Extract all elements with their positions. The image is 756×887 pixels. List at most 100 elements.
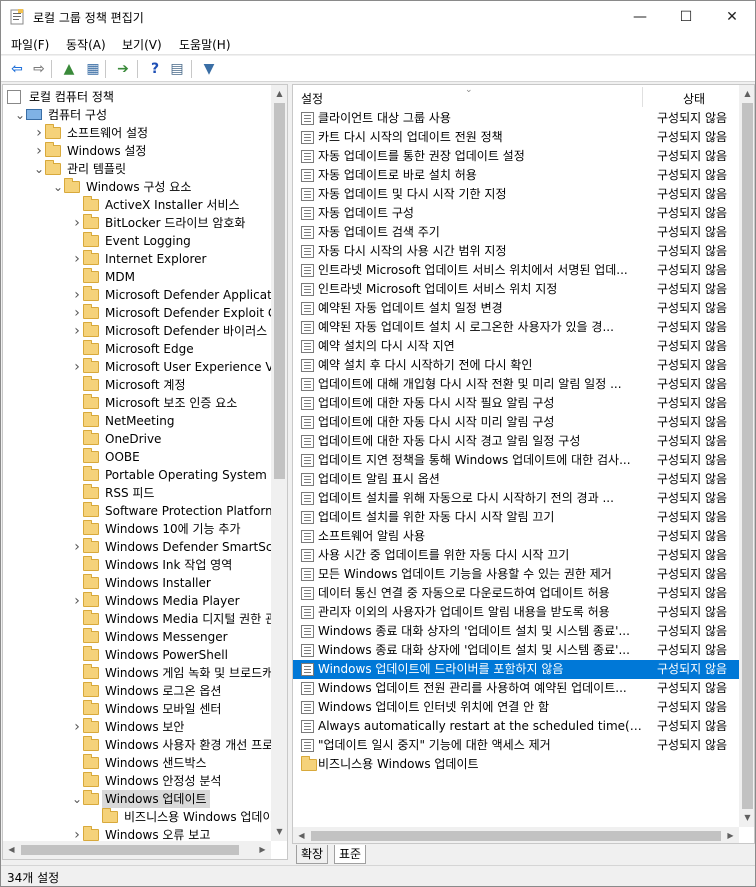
tree-node[interactable]: OneDrive xyxy=(3,430,271,448)
policy-setting-row[interactable]: 자동 업데이트 구성 구성되지 않음 xyxy=(293,204,739,223)
policy-setting-row[interactable]: 자동 다시 시작의 사용 시간 범위 지정 구성되지 않음 xyxy=(293,242,739,261)
tree-node[interactable]: › Microsoft User Experience Virtu xyxy=(3,358,287,376)
tree-node[interactable]: Portable Operating System xyxy=(3,466,271,484)
show-hide-tree-button[interactable]: ▦ xyxy=(83,59,103,79)
tree-vertical-scroll-thumb[interactable] xyxy=(274,103,285,479)
policy-setting-row[interactable]: 카트 다시 시작의 업데이트 전원 정책 구성되지 않음 xyxy=(293,128,739,147)
tree-node[interactable]: › Windows 보안 xyxy=(3,718,271,736)
policy-setting-row[interactable]: 업데이트에 대해 개입형 다시 시작 전환 및 미리 알림 일정 ... 구성되지… xyxy=(293,375,739,394)
tree-node[interactable]: MDM xyxy=(3,268,271,286)
tree-node[interactable]: › 소프트웨어 설정 xyxy=(3,124,271,142)
tree-node[interactable]: RSS 피드 xyxy=(3,484,271,502)
expand-chevron-icon[interactable]: › xyxy=(71,286,83,304)
policy-setting-row[interactable]: 업데이트 설치를 위해 자동으로 다시 시작하기 전의 경과 ... 구성되지 않… xyxy=(293,489,739,508)
tree-node[interactable]: ⌄ Windows 업데이트 xyxy=(3,790,271,808)
policy-setting-row[interactable]: 자동 업데이트 및 다시 시작 기한 지정 구성되지 않음 xyxy=(293,185,739,204)
tab-extended[interactable]: 확장 xyxy=(296,845,329,864)
up-folder-button[interactable]: ▲ xyxy=(59,59,79,79)
expand-chevron-icon[interactable]: › xyxy=(71,592,83,610)
policy-setting-row[interactable]: 업데이트에 대한 자동 다시 시작 미리 알림 구성 구성되지 않음 xyxy=(293,413,739,432)
tree-node[interactable]: Windows PowerShell xyxy=(3,646,271,664)
policy-setting-row[interactable]: 관리자 이외의 사용자가 업데이트 알림 내용을 받도록 허용 구성되지 않음 xyxy=(293,603,739,622)
scroll-down-icon[interactable]: ▼ xyxy=(739,813,754,822)
settings-list-pane[interactable]: 설정 ⌄ 상태 클라이언트 대상 그룹 사용 구성되지 않음 카트 다시 시작의 업… xyxy=(292,84,755,844)
collapse-chevron-icon[interactable]: ⌄ xyxy=(52,178,64,196)
tree-pane[interactable]: 로컬 컴퓨터 정책 ⌄ 컴퓨터 구성 › 소프트웨어 설정 › Windows 설정 ⌄ 관리 … xyxy=(2,84,288,860)
expand-chevron-icon[interactable]: › xyxy=(71,538,83,556)
policy-setting-row[interactable]: 데이터 통신 연결 중 자동으로 다운로드하여 업데이트 허용 구성되지 않음 xyxy=(293,584,739,603)
tab-standard[interactable]: 표준 xyxy=(334,845,367,864)
scroll-left-icon[interactable]: ◀ xyxy=(3,845,20,854)
scroll-up-icon[interactable]: ▲ xyxy=(271,89,287,98)
scroll-right-icon[interactable]: ▶ xyxy=(254,845,271,854)
properties-button[interactable]: ▤ xyxy=(167,59,187,79)
tree-node[interactable]: Microsoft 계정 xyxy=(3,376,271,394)
tree-node[interactable]: › Windows 설정 xyxy=(3,142,271,160)
back-arrow-button[interactable]: ⇦ xyxy=(7,59,27,79)
title-bar[interactable]: 로컬 그룹 정책 편집기 — ☐ ✕ xyxy=(1,1,755,33)
expand-chevron-icon[interactable]: › xyxy=(71,322,83,340)
tree-node[interactable]: › Windows Defender SmartScree xyxy=(3,538,287,556)
scroll-left-icon[interactable]: ◀ xyxy=(293,831,310,840)
tree-node[interactable]: Windows Ink 작업 영역 xyxy=(3,556,271,574)
policy-setting-row[interactable]: 업데이트 설치를 위한 자동 다시 시작 알림 끄기 구성되지 않음 xyxy=(293,508,739,527)
policy-setting-row[interactable]: 업데이트 알림 표시 옵션 구성되지 않음 xyxy=(293,470,739,489)
policy-setting-row[interactable]: Windows 업데이트 전원 관리를 사용하여 예약된 업데이트... 구성되지… xyxy=(293,679,739,698)
collapse-chevron-icon[interactable]: ⌄ xyxy=(71,790,83,808)
tree-node[interactable]: ⌄ Windows 구성 요소 xyxy=(3,178,271,196)
help-button[interactable]: ? xyxy=(145,59,165,79)
policy-setting-row[interactable]: 자동 업데이트를 통한 권장 업데이트 설정 구성되지 않음 xyxy=(293,147,739,166)
policy-setting-row[interactable]: 자동 업데이트 검색 주기 구성되지 않음 xyxy=(293,223,739,242)
expand-chevron-icon[interactable]: › xyxy=(33,142,45,160)
policy-setting-row[interactable]: Windows 종료 대화 상자의 '업데이트 설치 및 시스템 종료'... 구… xyxy=(293,622,739,641)
expand-chevron-icon[interactable]: › xyxy=(71,718,83,736)
tree-node[interactable]: Windows 게임 녹화 및 브로드캐 xyxy=(3,664,273,682)
policy-setting-row[interactable]: 업데이트에 대한 자동 다시 시작 필요 알림 구성 구성되지 않음 xyxy=(293,394,739,413)
tree-node[interactable]: Windows Messenger xyxy=(3,628,271,646)
maximize-button[interactable]: ☐ xyxy=(663,1,709,33)
tree-node[interactable]: Windows 안정성 분석 xyxy=(3,772,271,790)
export-list-button[interactable]: ➔ xyxy=(113,59,133,79)
policy-setting-row[interactable]: Always automatically restart at the sche… xyxy=(293,717,739,736)
expand-chevron-icon[interactable]: › xyxy=(71,358,83,376)
tree-node[interactable]: Windows 사용자 환경 개선 프로 xyxy=(3,736,273,754)
policy-setting-row[interactable]: 업데이트에 대한 자동 다시 시작 경고 알림 일정 구성 구성되지 않음 xyxy=(293,432,739,451)
expand-chevron-icon[interactable]: › xyxy=(33,124,45,142)
list-horizontal-scroll-thumb[interactable] xyxy=(311,831,721,841)
menu-view[interactable]: 보기(V) xyxy=(122,36,162,53)
tree-node[interactable]: › Windows Media Player xyxy=(3,592,271,610)
policy-setting-row[interactable]: Windows 업데이트에 드라이버를 포함하지 않음 구성되지 않음 xyxy=(293,660,739,679)
filter-button[interactable]: ▼ xyxy=(199,59,219,79)
scroll-up-icon[interactable]: ▲ xyxy=(739,89,754,98)
policy-setting-row[interactable]: 사용 시간 중 업데이트를 위한 자동 다시 시작 끄기 구성되지 않음 xyxy=(293,546,739,565)
tree-horizontal-scroll-thumb[interactable] xyxy=(21,845,239,855)
list-folder-row[interactable]: 비즈니스용 Windows 업데이트 xyxy=(293,755,739,774)
tree-node[interactable]: ⌄ 컴퓨터 구성 xyxy=(3,106,271,124)
tree-node[interactable]: 비즈니스용 Windows 업데이 xyxy=(3,808,274,826)
collapse-chevron-icon[interactable]: ⌄ xyxy=(14,106,26,124)
tree-node[interactable]: Windows Media 디지털 권한 관 xyxy=(3,610,276,628)
policy-setting-row[interactable]: 예약 설치의 다시 시작 지연 구성되지 않음 xyxy=(293,337,739,356)
tree-node[interactable]: Event Logging xyxy=(3,232,271,250)
policy-setting-row[interactable]: 클라이언트 대상 그룹 사용 구성되지 않음 xyxy=(293,109,739,128)
list-vertical-scroll-thumb[interactable] xyxy=(742,103,753,809)
column-divider[interactable] xyxy=(642,87,643,107)
expand-chevron-icon[interactable]: › xyxy=(71,250,83,268)
policy-setting-row[interactable]: 모든 Windows 업데이트 기능을 사용할 수 있는 권한 제거 구성되지 않… xyxy=(293,565,739,584)
policy-setting-row[interactable]: 인트라넷 Microsoft 업데이트 서비스 위치 지정 구성되지 않음 xyxy=(293,280,739,299)
tree-node[interactable]: › BitLocker 드라이브 암호화 xyxy=(3,214,271,232)
policy-setting-row[interactable]: "업데이트 일시 중지" 기능에 대한 액세스 제거 구성되지 않음 xyxy=(293,736,739,755)
policy-setting-row[interactable]: 예약된 자동 업데이트 설치 일정 변경 구성되지 않음 xyxy=(293,299,739,318)
tree-node[interactable]: Windows 모바일 센터 xyxy=(3,700,271,718)
tree-node[interactable]: › Internet Explorer xyxy=(3,250,271,268)
tree-node[interactable]: › Microsoft Defender Exploit Gua xyxy=(3,304,287,322)
policy-setting-row[interactable]: 예약 설치 후 다시 시작하기 전에 다시 확인 구성되지 않음 xyxy=(293,356,739,375)
tree-node[interactable]: OOBE xyxy=(3,448,271,466)
policy-setting-row[interactable]: 자동 업데이트로 바로 설치 허용 구성되지 않음 xyxy=(293,166,739,185)
tree-node[interactable]: Software Protection Platform xyxy=(3,502,277,520)
tree-node[interactable]: Windows 샌드박스 xyxy=(3,754,271,772)
tree-node[interactable]: ActiveX Installer 서비스 xyxy=(3,196,271,214)
policy-setting-row[interactable]: 소프트웨어 알림 사용 구성되지 않음 xyxy=(293,527,739,546)
policy-setting-row[interactable]: Windows 업데이트 인터넷 위치에 연결 안 함 구성되지 않음 xyxy=(293,698,739,717)
policy-setting-row[interactable]: 예약된 자동 업데이트 설치 시 로그온한 사용자가 있을 경... 구성되지 않… xyxy=(293,318,739,337)
